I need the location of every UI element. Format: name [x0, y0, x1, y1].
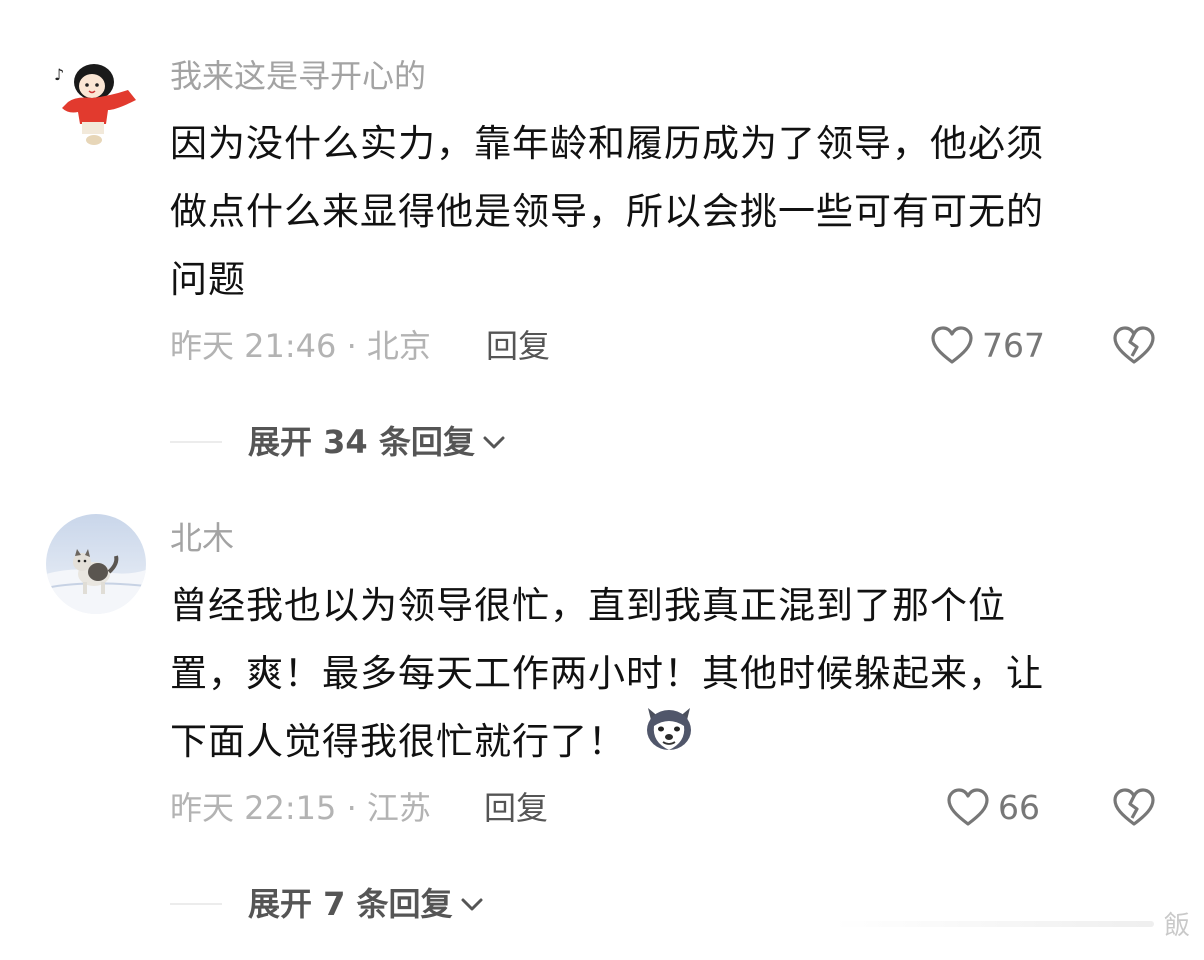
- heart-icon: [931, 326, 973, 364]
- username[interactable]: 我来这是寻开心的: [170, 56, 426, 96]
- expand-replies-button[interactable]: 展开 7 条回复: [248, 884, 485, 924]
- reply-button[interactable]: 回复: [484, 788, 548, 828]
- reply-button[interactable]: 回复: [486, 326, 550, 366]
- expand-replies-row: 展开 34 条回复: [170, 422, 507, 462]
- comment-text-segment: 下面人觉得我很忙就行了！: [170, 720, 626, 763]
- chevron-down-icon: [483, 436, 505, 449]
- avatar[interactable]: ♪: [46, 52, 146, 152]
- comment-text-line: 做点什么来显得他是领导，所以会挑一些可有可无的: [170, 190, 1044, 233]
- divider: [170, 441, 222, 443]
- watermark-bar: [833, 920, 1154, 927]
- expand-replies-row: 展开 7 条回复: [170, 884, 485, 924]
- broken-heart-icon: [1113, 326, 1155, 364]
- dislike-button[interactable]: [1112, 326, 1156, 370]
- dislike-button[interactable]: [1112, 788, 1156, 832]
- heart-icon: [947, 788, 989, 826]
- timestamp-location: 昨天 22:15 · 江苏: [170, 789, 431, 827]
- comment-text-line: 置，爽！最多每天工作两小时！其他时候躲起来，让: [170, 652, 1044, 695]
- comment-text-line-with-emoji: 下面人觉得我很忙就行了！: [170, 707, 1130, 776]
- husky-dog-emoji-icon: [642, 702, 696, 776]
- comment-text-line: 问题: [170, 258, 246, 301]
- divider: [170, 903, 222, 905]
- svg-text:♪: ♪: [54, 65, 64, 84]
- timestamp-location: 昨天 21:46 · 北京: [170, 327, 431, 365]
- comment-text-line: 曾经我也以为领导很忙，直到我真正混到了那个位: [170, 584, 1006, 627]
- watermark-text: 飯: [1163, 911, 1190, 941]
- username[interactable]: 北木: [170, 518, 234, 558]
- watermark: 飯: [833, 905, 1190, 942]
- expand-replies-label: 展开 7 条回复: [248, 885, 453, 923]
- like-count: 66: [998, 788, 1040, 827]
- cartoon-girl-avatar-icon: ♪: [46, 52, 146, 152]
- avatar[interactable]: [46, 514, 146, 614]
- comment-text: 曾经我也以为领导很忙，直到我真正混到了那个位 置，爽！最多每天工作两小时！其他时…: [170, 572, 1130, 776]
- expand-replies-button[interactable]: 展开 34 条回复: [248, 422, 507, 462]
- broken-heart-icon: [1113, 788, 1155, 826]
- expand-replies-label: 展开 34 条回复: [248, 423, 475, 461]
- like-button[interactable]: 66: [946, 788, 1040, 828]
- cat-in-snow-avatar-icon: [46, 514, 146, 614]
- chevron-down-icon: [461, 898, 483, 911]
- comment-text: 因为没什么实力，靠年龄和履历成为了领导，他必须 做点什么来显得他是领导，所以会挑…: [170, 110, 1130, 314]
- like-button[interactable]: 767: [930, 326, 1045, 366]
- like-count: 767: [982, 326, 1045, 365]
- comment-text-line: 因为没什么实力，靠年龄和履历成为了领导，他必须: [170, 122, 1044, 165]
